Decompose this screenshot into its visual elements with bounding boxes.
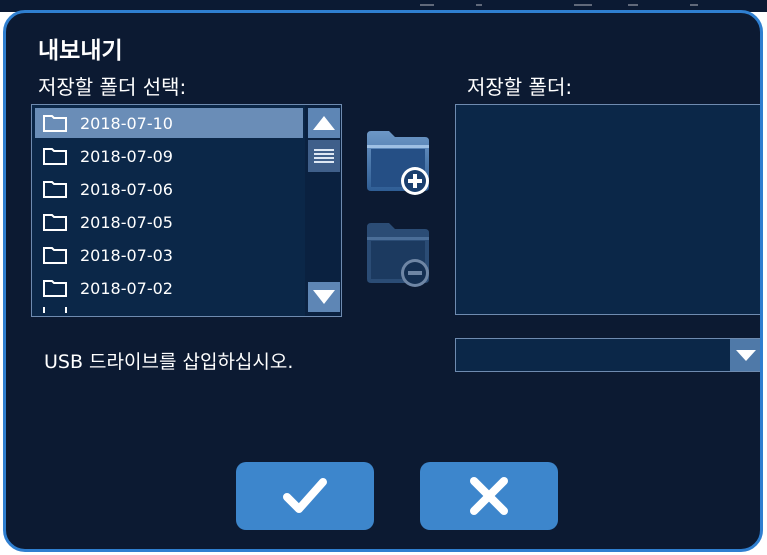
scroll-down-button[interactable] bbox=[308, 282, 340, 312]
export-dialog: 내보내기 저장할 폴더 선택: 저장할 폴더: 2018-07-10 2018-0… bbox=[3, 10, 763, 552]
folder-icon bbox=[42, 245, 68, 265]
folder-name: 2018-07-06 bbox=[80, 179, 173, 199]
remove-folder-button[interactable] bbox=[363, 219, 433, 289]
folder-icon bbox=[42, 179, 68, 199]
confirm-button[interactable] bbox=[236, 462, 374, 530]
select-folder-label: 저장할 폴더 선택: bbox=[38, 75, 187, 99]
folder-name: 2018-07-10 bbox=[80, 113, 173, 133]
add-folder-button[interactable] bbox=[363, 127, 433, 197]
scroll-thumb[interactable] bbox=[308, 140, 340, 172]
folder-name: 2018-07-09 bbox=[80, 146, 173, 166]
folder-icon bbox=[42, 278, 68, 298]
folder-name: 2018-07-02 bbox=[80, 278, 173, 298]
triangle-down-icon bbox=[313, 290, 335, 304]
folder-add-icon bbox=[367, 131, 429, 195]
list-item-partial bbox=[35, 307, 303, 313]
triangle-up-icon bbox=[313, 116, 335, 130]
folder-icon bbox=[42, 212, 68, 232]
folder-icon bbox=[42, 146, 68, 166]
folder-icon bbox=[42, 113, 68, 133]
folder-list-scrollbar[interactable] bbox=[305, 105, 341, 316]
chevron-down-icon bbox=[736, 350, 756, 361]
checkmark-icon bbox=[283, 478, 327, 513]
save-folder-label: 저장할 폴더: bbox=[467, 75, 573, 99]
folder-list-item[interactable]: 2018-07-09 bbox=[35, 141, 303, 171]
close-icon bbox=[470, 477, 508, 515]
folder-list-item[interactable]: 2018-07-05 bbox=[35, 207, 303, 237]
usb-insert-message: USB 드라이브를 삽입하십시오. bbox=[44, 351, 294, 373]
scroll-up-button[interactable] bbox=[308, 108, 340, 138]
folder-list-item[interactable]: 2018-07-02 bbox=[35, 273, 303, 303]
usb-drive-select[interactable] bbox=[455, 338, 760, 372]
folder-icon bbox=[42, 307, 68, 313]
folder-list-item[interactable]: 2018-07-06 bbox=[35, 174, 303, 204]
folder-list-item[interactable]: 2018-07-10 bbox=[35, 108, 303, 138]
folder-remove-icon bbox=[367, 223, 429, 287]
folder-list-item[interactable]: 2018-07-03 bbox=[35, 240, 303, 270]
folder-name: 2018-07-05 bbox=[80, 212, 173, 232]
cancel-button[interactable] bbox=[420, 462, 558, 530]
dropdown-arrow-button[interactable] bbox=[730, 339, 760, 371]
save-folder-list[interactable] bbox=[455, 104, 760, 315]
folder-name: 2018-07-03 bbox=[80, 245, 173, 265]
dialog-title: 내보내기 bbox=[38, 38, 123, 64]
folder-list[interactable]: 2018-07-10 2018-07-09 2018-07-06 2018-07-05… bbox=[31, 104, 342, 317]
